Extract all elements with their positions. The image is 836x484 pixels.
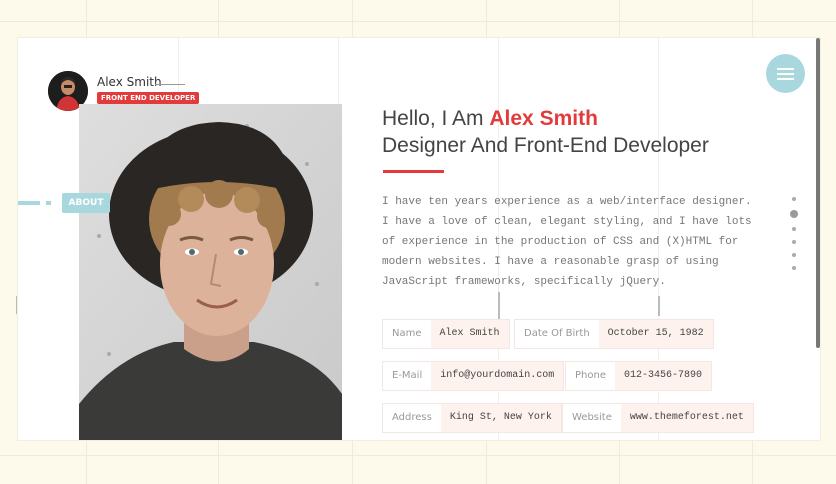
- profile-name: Alex Smith: [97, 75, 162, 89]
- tab-about[interactable]: ABOUT: [62, 193, 110, 213]
- role-badge: FRONT END DEVELOPER: [97, 92, 200, 104]
- info-value: October 15, 1982: [598, 320, 713, 348]
- section-dot-active[interactable]: [790, 210, 798, 218]
- bg-grid-line: [0, 21, 836, 22]
- info-label: Address: [383, 404, 441, 432]
- greeting-name: Alex Smith: [489, 107, 598, 130]
- info-email: E-Mail info@yourdomain.com: [382, 361, 565, 391]
- section-dot[interactable]: [792, 240, 796, 244]
- greeting-prefix: Hello, I Am: [382, 107, 490, 130]
- section-dot[interactable]: [792, 227, 796, 231]
- profile-card: Alex Smith FRONT END DEVELOPER ABOUT Hel…: [18, 38, 820, 440]
- section-dot[interactable]: [792, 266, 796, 270]
- info-phone: Phone 012-3456-7890: [565, 361, 712, 391]
- info-label: E-Mail: [383, 362, 432, 390]
- info-label: Phone: [566, 362, 615, 390]
- bg-grid-line: [0, 455, 836, 456]
- scrollbar[interactable]: [816, 38, 820, 348]
- portrait-image: [79, 104, 342, 440]
- bio-text: I have ten years experience as a web/int…: [382, 196, 752, 288]
- about-indicator: [46, 201, 51, 205]
- divider-line: [658, 296, 660, 316]
- accent-line: [383, 170, 444, 173]
- menu-button[interactable]: [766, 54, 805, 93]
- hero-greeting: Hello, I Am Alex Smith: [382, 107, 598, 131]
- info-value[interactable]: www.themeforest.net: [620, 404, 753, 432]
- info-value: Alex Smith: [430, 320, 509, 348]
- info-value: King St, New York: [440, 404, 561, 432]
- info-website: Website www.themeforest.net: [562, 403, 754, 433]
- info-name: Name Alex Smith: [382, 319, 510, 349]
- name-underline: [155, 84, 185, 85]
- hero-subtitle: Designer And Front-End Developer: [382, 134, 709, 157]
- info-value[interactable]: info@yourdomain.com: [431, 362, 564, 390]
- divider-line: [498, 292, 500, 320]
- section-dot[interactable]: [792, 197, 796, 201]
- info-label: Date Of Birth: [515, 320, 599, 348]
- section-dot[interactable]: [792, 253, 796, 257]
- section-pagination: [790, 197, 798, 279]
- info-label: Website: [563, 404, 621, 432]
- info-value[interactable]: 012-3456-7890: [614, 362, 711, 390]
- profile-photo: [79, 104, 342, 440]
- info-address: Address King St, New York: [382, 403, 562, 433]
- info-dob: Date Of Birth October 15, 1982: [514, 319, 714, 349]
- info-label: Name: [383, 320, 431, 348]
- about-indicator: [18, 201, 40, 205]
